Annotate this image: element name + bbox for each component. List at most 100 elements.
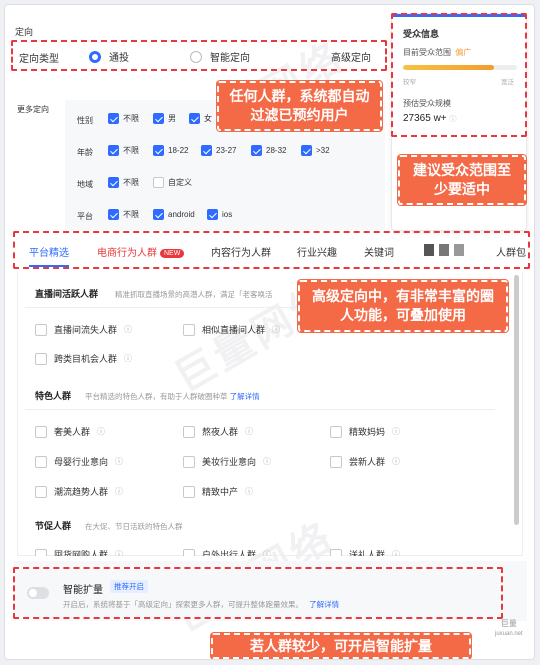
age-option-over-32[interactable]: >32: [301, 145, 330, 156]
checkbox-icon: [183, 548, 195, 556]
age-option-18-22[interactable]: 18-22: [153, 145, 188, 156]
advanced-targeting-tabs: 平台精选 电商行为人群 NEW 内容行为人群 行业兴趣 关键词 人群包: [13, 231, 530, 269]
info-icon: ⓘ: [272, 325, 281, 334]
tab-audience-pack[interactable]: 人群包: [496, 244, 526, 259]
platform-label: 平台: [77, 212, 93, 221]
radio-broadcast-label: 通投: [109, 53, 129, 64]
audience-item[interactable]: 奢美人群 ⓘ: [35, 425, 105, 438]
platform-option-ios[interactable]: ios: [207, 209, 232, 220]
checkbox-icon: [108, 177, 119, 188]
age-option-28-32[interactable]: 28-32: [251, 145, 286, 156]
audience-item[interactable]: 美妆行业意向 ⓘ: [183, 455, 271, 468]
scale-right-label: 宽泛: [501, 79, 514, 86]
checkbox-icon: [35, 548, 47, 556]
platform-option-any[interactable]: 不限: [108, 209, 139, 220]
audience-item[interactable]: 精致中产 ⓘ: [183, 485, 253, 498]
info-icon: ⓘ: [245, 427, 254, 436]
scale-left-label: 较窄: [403, 79, 416, 86]
platform-option-android[interactable]: android: [153, 209, 195, 220]
checkbox-icon: [108, 145, 119, 156]
gender-option-female[interactable]: 女: [189, 113, 212, 124]
checkbox-icon: [183, 485, 195, 498]
audience-item[interactable]: 跨类目机会人群 ⓘ: [35, 352, 132, 365]
age-option-23-27[interactable]: 23-27: [201, 145, 236, 156]
audience-item[interactable]: 熬夜人群 ⓘ: [183, 425, 253, 438]
checkbox-icon: [153, 177, 164, 188]
age-option-any[interactable]: 不限: [108, 145, 139, 156]
checkbox-icon: [153, 145, 164, 156]
checkbox-icon: [183, 455, 195, 468]
smart-expand-learn-more[interactable]: 了解详情: [309, 600, 339, 609]
audience-range-value: 偏广: [455, 48, 472, 57]
checkbox-icon: [35, 455, 47, 468]
festival-items-clipped: 囤货网购人群 ⓘ 户外出行人群 ⓘ 送礼人群 ⓘ: [17, 545, 514, 556]
callout-audience-range: 建议受众范围至少要适中: [398, 155, 526, 205]
audience-item[interactable]: 直播间流失人群 ⓘ: [35, 323, 132, 336]
info-icon: ⓘ: [392, 427, 401, 436]
checkbox-icon: [183, 425, 195, 438]
checkbox-icon: [35, 323, 47, 336]
group-desc-special: 平台精选的特色人群，有助于人群破圈种草 了解详情: [85, 392, 260, 401]
info-icon: ⓘ: [392, 457, 401, 466]
checkbox-icon: [330, 455, 342, 468]
region-option-any[interactable]: 不限: [108, 177, 139, 188]
group-desc-live: 精准抓取直播场景的高潜人群，满足「老客唤活: [115, 290, 273, 299]
radio-smart-targeting[interactable]: 智能定向: [190, 49, 250, 64]
info-icon: ⓘ: [124, 354, 133, 363]
audience-item[interactable]: 相似直播间人群 ⓘ: [183, 323, 280, 336]
tab-industry-interest[interactable]: 行业兴趣: [297, 244, 337, 259]
divider: [25, 409, 495, 410]
tab-active-underline: [29, 265, 69, 267]
learn-more-link[interactable]: 了解详情: [230, 392, 260, 401]
audience-info-title: 受众信息: [403, 29, 440, 39]
audience-item[interactable]: 潮流趋势人群 ⓘ: [35, 485, 123, 498]
checkbox-icon: [35, 352, 47, 365]
tab-content-behavior[interactable]: 内容行为人群: [211, 244, 271, 259]
audience-item[interactable]: 送礼人群 ⓘ: [330, 548, 400, 556]
group-desc-festival: 在大促、节日活跃的特色人群: [85, 522, 183, 531]
tab-keywords[interactable]: 关键词: [364, 244, 394, 259]
audience-range-bar: [403, 65, 517, 70]
checkbox-icon: [330, 425, 342, 438]
more-targeting-label: 更多定向: [17, 105, 49, 114]
info-icon: ⓘ: [245, 487, 254, 496]
audience-item[interactable]: 精致妈妈 ⓘ: [330, 425, 400, 438]
targeting-type-label: 定向类型: [19, 54, 59, 65]
estimate-value: 27365 w+ ⓘ: [403, 113, 457, 124]
recommend-badge: 推荐开启: [110, 580, 148, 593]
region-option-custom[interactable]: 自定义: [153, 177, 192, 188]
tab-platform-picks[interactable]: 平台精选: [29, 244, 69, 259]
smart-expand-label: 智能扩量: [63, 585, 103, 596]
checkbox-icon: [301, 145, 312, 156]
smart-expand-toggle[interactable]: [27, 587, 49, 599]
group-title-festival: 节促人群: [35, 521, 72, 531]
region-label: 地域: [77, 180, 93, 189]
info-icon: ⓘ: [392, 550, 401, 556]
audience-item[interactable]: 母婴行业意向 ⓘ: [35, 455, 123, 468]
checkbox-icon: [251, 145, 262, 156]
audience-item[interactable]: 囤货网购人群 ⓘ: [35, 548, 123, 556]
callout-smart-expand: 若人群较少，可开启智能扩量: [211, 633, 471, 659]
audience-item[interactable]: 户外出行人群 ⓘ: [183, 548, 271, 556]
radio-icon: [190, 50, 202, 63]
checkbox-icon: [153, 209, 164, 220]
radio-advanced-targeting[interactable]: 高级定向: [331, 49, 371, 64]
audience-item[interactable]: 尝新人群 ⓘ: [330, 455, 400, 468]
radio-smart-label: 智能定向: [210, 53, 250, 64]
checkbox-icon: [183, 323, 195, 336]
info-icon: ⓘ: [124, 325, 133, 334]
estimate-label: 预估受众规模: [403, 99, 451, 108]
new-badge: NEW: [160, 249, 185, 258]
group-title-live: 直播间活跃人群: [35, 289, 99, 299]
scrollbar[interactable]: [514, 275, 519, 525]
checkbox-icon: [35, 425, 47, 438]
checkbox-icon: [153, 113, 164, 124]
radio-broadcast[interactable]: 通投: [89, 49, 129, 64]
gender-option-male[interactable]: 男: [153, 113, 176, 124]
gender-label: 性别: [77, 116, 93, 125]
info-icon: ⓘ: [263, 457, 272, 466]
tab-ecommerce-behavior[interactable]: 电商行为人群 NEW: [97, 244, 185, 259]
checkbox-icon: [330, 548, 342, 556]
gender-option-any[interactable]: 不限: [108, 113, 139, 124]
callout-advanced-targeting: 高级定向中，有非常丰富的圈人功能，可叠加使用: [298, 280, 508, 332]
